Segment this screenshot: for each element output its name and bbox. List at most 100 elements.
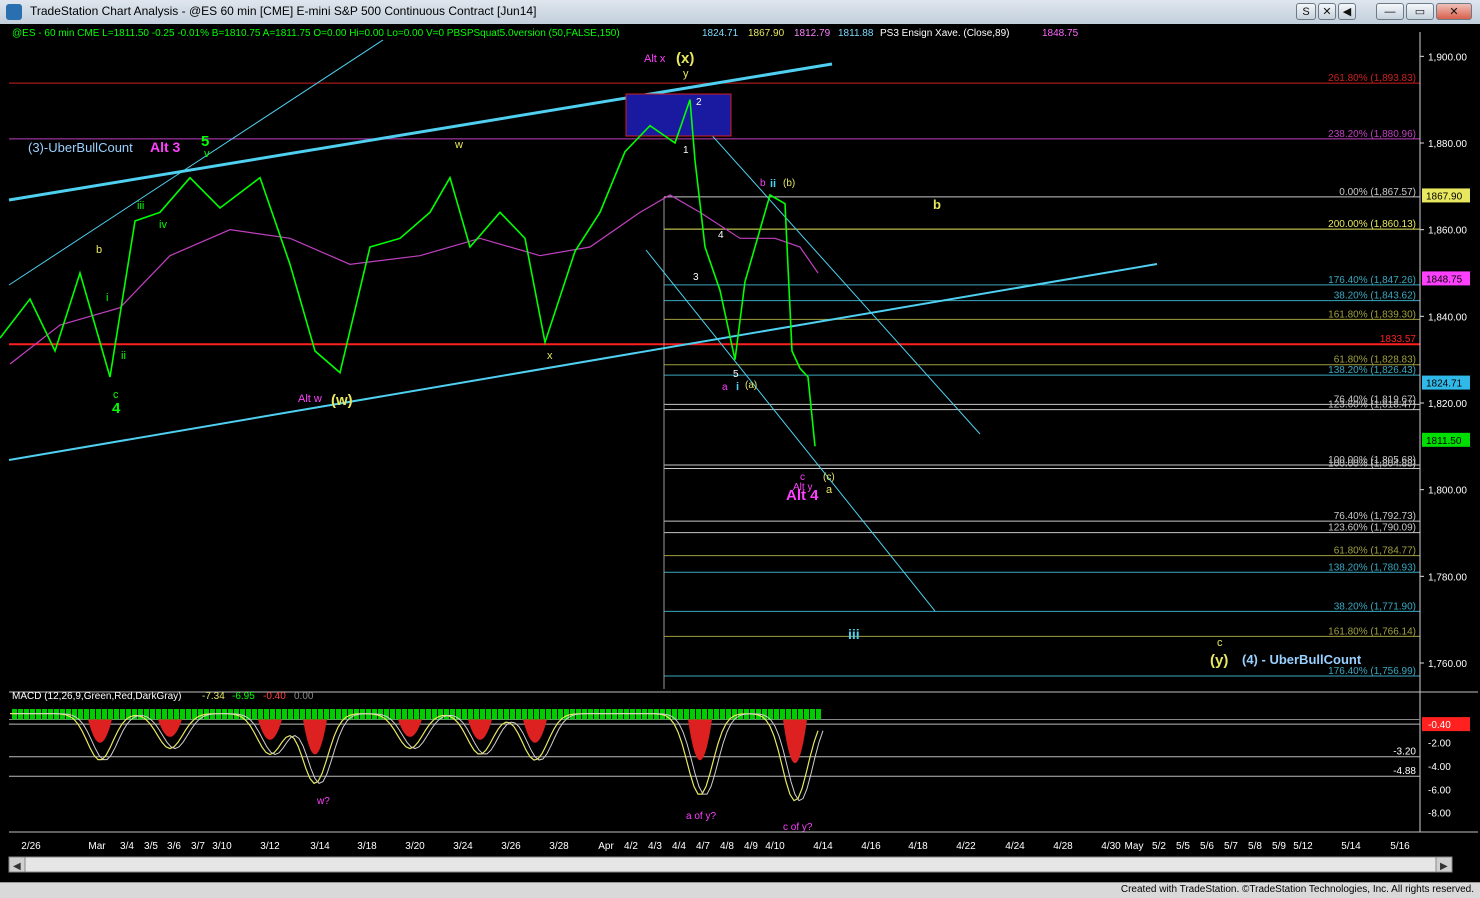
x-tick-label: 5/8 bbox=[1248, 841, 1262, 852]
y-tick-label: 1,760.00 bbox=[1428, 659, 1467, 670]
macd-histogram-bar bbox=[396, 708, 401, 720]
y-tick-label: 1,900.00 bbox=[1428, 52, 1467, 63]
y-tick-label: 1,880.00 bbox=[1428, 139, 1467, 150]
info-item: 1867.90 bbox=[748, 28, 785, 39]
macd-histogram-bar bbox=[516, 708, 521, 720]
fib-label: 1833.57 bbox=[1380, 334, 1417, 345]
x-tick-label: 4/2 bbox=[624, 841, 638, 852]
macd-histogram-bar bbox=[150, 708, 155, 720]
macd-histogram-bar bbox=[156, 708, 161, 720]
wave-label: w bbox=[454, 139, 463, 151]
macd-histogram-bar bbox=[90, 708, 95, 720]
fib-label: 176.40% (1,847.26) bbox=[1328, 275, 1416, 286]
svg-text:◀: ◀ bbox=[13, 861, 21, 872]
wave-label: iii bbox=[137, 200, 144, 212]
x-tick-label: 3/18 bbox=[357, 841, 377, 852]
x-tick-label: 4/22 bbox=[956, 841, 976, 852]
x-tick-label: 5/5 bbox=[1176, 841, 1190, 852]
macd-histogram-bar bbox=[330, 708, 335, 720]
macd-histogram-bar bbox=[390, 708, 395, 720]
macd-histogram-bar bbox=[528, 708, 533, 720]
chart-area[interactable]: @ES - 60 min CME L=1811.50 -0.25 -0.01% … bbox=[0, 24, 1480, 882]
x-tick-label: May bbox=[1125, 841, 1144, 852]
macd-histogram-bar bbox=[108, 708, 113, 720]
wave-label: w? bbox=[316, 796, 330, 807]
macd-histogram-bar bbox=[288, 708, 293, 720]
wave-label: a bbox=[826, 484, 833, 496]
wave-label: (4) - UberBullCount bbox=[1242, 652, 1362, 667]
macd-histogram-bar bbox=[690, 708, 695, 720]
macd-tick-label: -4.00 bbox=[1428, 762, 1451, 773]
macd-histogram-bar bbox=[420, 708, 425, 720]
fib-label: 238.20% (1,880.96) bbox=[1328, 129, 1416, 140]
wave-label: b bbox=[760, 178, 766, 189]
info-item: 1824.71 bbox=[702, 28, 739, 39]
close-chart-icon[interactable]: ✕ bbox=[1318, 3, 1336, 20]
macd-histogram-bar bbox=[162, 708, 167, 720]
macd-histogram-bar bbox=[264, 708, 269, 720]
wave-label: (a) bbox=[745, 380, 757, 391]
collapse-arrow-icon[interactable]: ◀ bbox=[1338, 3, 1356, 20]
macd-histogram-bar bbox=[804, 708, 809, 720]
x-tick-label: 4/16 bbox=[861, 841, 881, 852]
close-button[interactable]: ✕ bbox=[1436, 3, 1472, 20]
y-tick-label: 1,860.00 bbox=[1428, 226, 1467, 237]
x-tick-label: 4/14 bbox=[813, 841, 833, 852]
x-tick-label: 3/10 bbox=[212, 841, 232, 852]
wave-label: ii bbox=[770, 178, 776, 190]
x-tick-label: 5/16 bbox=[1390, 841, 1410, 852]
macd-histogram-bar bbox=[96, 708, 101, 720]
wave-label: ii bbox=[121, 350, 126, 362]
macd-histogram-bar bbox=[534, 708, 539, 720]
macd-histogram-bar bbox=[186, 708, 191, 720]
wave-label: (3)-UberBullCount bbox=[28, 140, 133, 155]
y-tick-label: 1,800.00 bbox=[1428, 486, 1467, 497]
wave-label: b bbox=[933, 197, 941, 212]
horizontal-scrollbar[interactable]: ◀ ▶ bbox=[8, 856, 1453, 873]
x-tick-label: 3/6 bbox=[167, 841, 181, 852]
maximize-button[interactable]: ▭ bbox=[1406, 3, 1434, 20]
macd-histogram-bar bbox=[402, 708, 407, 720]
macd-histogram-bar bbox=[258, 708, 263, 720]
macd-histogram-bar bbox=[492, 708, 497, 720]
symbol-link-button[interactable]: S bbox=[1296, 3, 1316, 20]
macd-histogram-bar bbox=[780, 708, 785, 720]
fib-label: 161.80% (1,839.30) bbox=[1328, 309, 1416, 320]
macd-histogram-bar bbox=[510, 708, 515, 720]
fib-label: 38.20% (1,843.62) bbox=[1334, 291, 1416, 302]
x-tick-label: 5/2 bbox=[1152, 841, 1166, 852]
info-item: PS3 Ensign Xave. (Close,89) bbox=[880, 28, 1010, 39]
wave-label: i bbox=[106, 292, 108, 304]
minimize-button[interactable]: — bbox=[1376, 3, 1404, 20]
macd-histogram-bar bbox=[174, 708, 179, 720]
wave-label: c of y? bbox=[783, 822, 813, 833]
x-tick-label: Mar bbox=[88, 841, 106, 852]
macd-histogram-bar bbox=[504, 708, 509, 720]
x-tick-label: 5/12 bbox=[1293, 841, 1313, 852]
wave-label: 5 bbox=[733, 369, 739, 380]
macd-histogram-bar bbox=[300, 708, 305, 720]
x-tick-label: 4/10 bbox=[765, 841, 785, 852]
wave-label: Alt 3 bbox=[150, 139, 181, 155]
wave-label: 2 bbox=[696, 97, 702, 108]
macd-histogram-bar bbox=[540, 708, 545, 720]
macd-histogram-bar bbox=[294, 708, 299, 720]
price-tag-label: 1811.50 bbox=[1426, 436, 1462, 447]
fib-label: 100.00% (1,804.88) bbox=[1328, 459, 1416, 470]
wave-label: iv bbox=[159, 219, 167, 231]
macd-histogram-bar bbox=[114, 708, 119, 720]
wave-label: (w) bbox=[331, 392, 353, 409]
macd-histogram-bar bbox=[786, 708, 791, 720]
macd-histogram-bar bbox=[678, 708, 683, 720]
target-box bbox=[625, 93, 732, 137]
macd-histogram-bar bbox=[720, 708, 725, 720]
macd-histogram-bar bbox=[318, 708, 323, 720]
macd-histogram-bar bbox=[462, 708, 467, 720]
macd-histogram-bar bbox=[522, 708, 527, 720]
wave-label: x bbox=[547, 350, 553, 362]
x-tick-label: 4/18 bbox=[908, 841, 928, 852]
macd-histogram-bar bbox=[546, 708, 551, 720]
title-bar[interactable]: TradeStation Chart Analysis - @ES 60 min… bbox=[0, 0, 1480, 25]
fib-label: 176.40% (1,756.99) bbox=[1328, 666, 1416, 677]
macd-histogram-bar bbox=[312, 708, 317, 720]
